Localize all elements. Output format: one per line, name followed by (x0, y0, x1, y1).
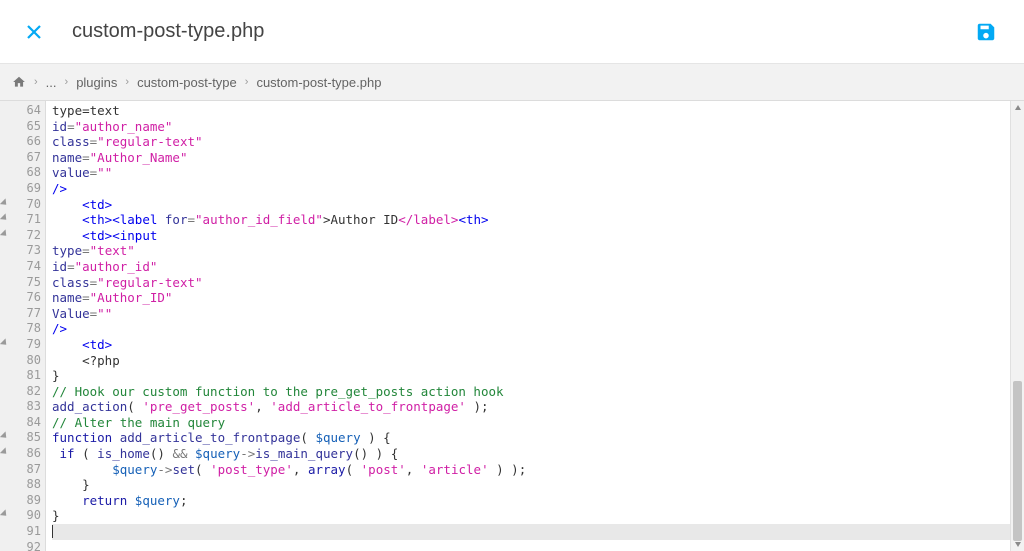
editor-header: custom-post-type.php (0, 0, 1024, 63)
close-button[interactable] (22, 20, 46, 44)
app-root: custom-post-type.php › ... › plugins › c… (0, 0, 1024, 551)
scroll-thumb[interactable] (1013, 381, 1022, 541)
chevron-right-icon: › (125, 76, 129, 88)
home-icon[interactable] (12, 75, 26, 89)
line-gutter: 6465666768697071727374757677787980818283… (0, 101, 46, 551)
crumb-folder[interactable]: custom-post-type (137, 75, 237, 90)
scroll-down-arrow[interactable] (1011, 537, 1024, 551)
chevron-right-icon: › (65, 76, 69, 88)
crumb-ellipsis[interactable]: ... (46, 75, 57, 90)
save-button[interactable] (972, 18, 1000, 46)
code-area[interactable]: type=textid="author_name"class="regular-… (46, 101, 1010, 551)
chevron-right-icon: › (34, 76, 38, 88)
scroll-up-arrow[interactable] (1011, 101, 1024, 115)
crumb-file[interactable]: custom-post-type.php (256, 75, 381, 90)
file-title: custom-post-type.php (72, 20, 972, 43)
code-editor[interactable]: 6465666768697071727374757677787980818283… (0, 100, 1024, 551)
breadcrumb: › ... › plugins › custom-post-type › cus… (0, 64, 1024, 100)
chevron-right-icon: › (245, 76, 249, 88)
crumb-plugins[interactable]: plugins (76, 75, 117, 90)
vertical-scrollbar[interactable] (1010, 101, 1024, 551)
save-icon (975, 21, 997, 43)
close-icon (26, 24, 42, 40)
